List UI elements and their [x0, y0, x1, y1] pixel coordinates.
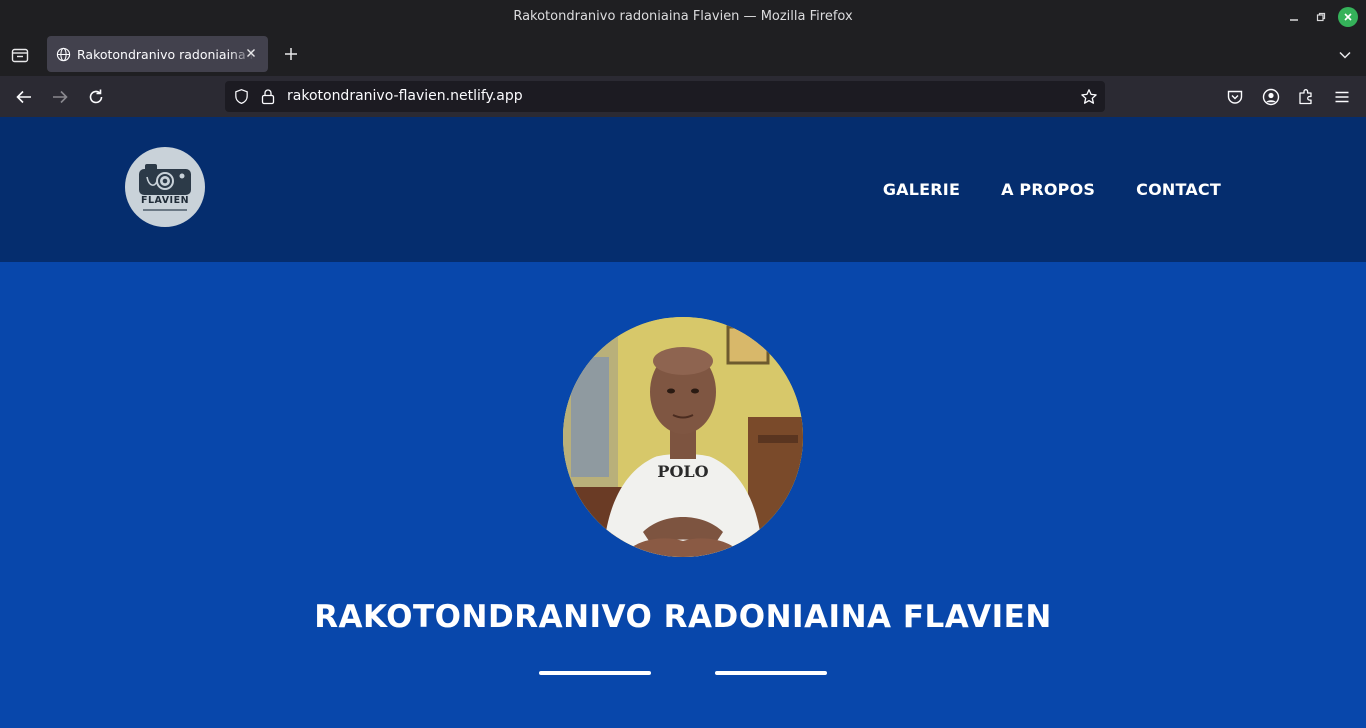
window-title: Rakotondranivo radoniaina Flavien — Mozi… [513, 9, 853, 24]
extensions-button[interactable] [1296, 87, 1316, 107]
main-navigation: GALERIE A PROPOS CONTACT [883, 180, 1221, 199]
portrait-illustration: POLO [563, 317, 803, 557]
tab-list-icon [11, 48, 29, 63]
pocket-icon [1227, 90, 1243, 104]
lock-icon[interactable] [260, 88, 276, 105]
new-tab-button[interactable] [280, 43, 302, 65]
chevron-down-icon [1339, 51, 1351, 59]
tab-list-button[interactable] [9, 44, 31, 66]
hero-section: POLO RAKOTONDRANIVO RADONIAINA FLAVIEN [0, 262, 1366, 728]
close-icon [1344, 13, 1352, 21]
close-icon [247, 49, 255, 57]
window-titlebar: Rakotondranivo radoniaina Flavien — Mozi… [0, 0, 1366, 34]
tab-label: Rakotondranivo radoniaina Flavien [77, 47, 255, 62]
minimize-icon [1290, 19, 1298, 21]
list-all-tabs-button[interactable] [1336, 46, 1354, 64]
minimize-button[interactable] [1284, 7, 1304, 27]
shield-icon[interactable] [233, 88, 250, 105]
url-bar[interactable]: rakotondranivo-flavien.netlify.app [225, 81, 1105, 112]
nav-link-a-propos[interactable]: A PROPOS [1001, 180, 1095, 199]
hero-name-heading: RAKOTONDRANIVO RADONIAINA FLAVIEN [314, 599, 1052, 635]
hamburger-menu-icon [1335, 91, 1349, 103]
camera-icon [139, 164, 191, 195]
account-icon [1262, 88, 1280, 106]
app-menu-button[interactable] [1332, 87, 1352, 107]
profile-photo: POLO [563, 317, 803, 557]
arrow-right-icon [53, 90, 68, 104]
reload-button[interactable] [85, 86, 107, 108]
arrow-left-icon [16, 90, 31, 104]
site-header: FLAVIEN GALERIE A PROPOS CONTACT [0, 117, 1366, 262]
restore-icon [1316, 12, 1326, 22]
site-logo[interactable]: FLAVIEN [125, 147, 205, 227]
restore-button[interactable] [1311, 7, 1331, 27]
url-text[interactable]: rakotondranivo-flavien.netlify.app [287, 88, 523, 104]
svg-text:POLO: POLO [657, 462, 708, 481]
plus-icon [285, 48, 297, 60]
puzzle-icon [1299, 89, 1312, 105]
close-window-button[interactable] [1338, 7, 1358, 27]
logo-text: FLAVIEN [140, 195, 190, 206]
nav-link-galerie[interactable]: GALERIE [883, 180, 960, 199]
account-button[interactable] [1261, 87, 1281, 107]
divider-line-left [539, 671, 651, 675]
divider-line-right [715, 671, 827, 675]
forward-button[interactable] [49, 86, 71, 108]
close-tab-button[interactable] [242, 45, 260, 63]
pocket-button[interactable] [1225, 87, 1245, 107]
logo-underline [143, 209, 187, 211]
reload-icon [89, 89, 103, 104]
back-button[interactable] [13, 86, 35, 108]
tab-bar: Rakotondranivo radoniaina Flavien [0, 34, 1366, 76]
navigation-toolbar: rakotondranivo-flavien.netlify.app [0, 76, 1366, 117]
nav-link-contact[interactable]: CONTACT [1136, 180, 1221, 199]
star-icon[interactable] [1080, 88, 1098, 106]
globe-icon [56, 47, 71, 62]
tab-active[interactable]: Rakotondranivo radoniaina Flavien [47, 36, 268, 72]
